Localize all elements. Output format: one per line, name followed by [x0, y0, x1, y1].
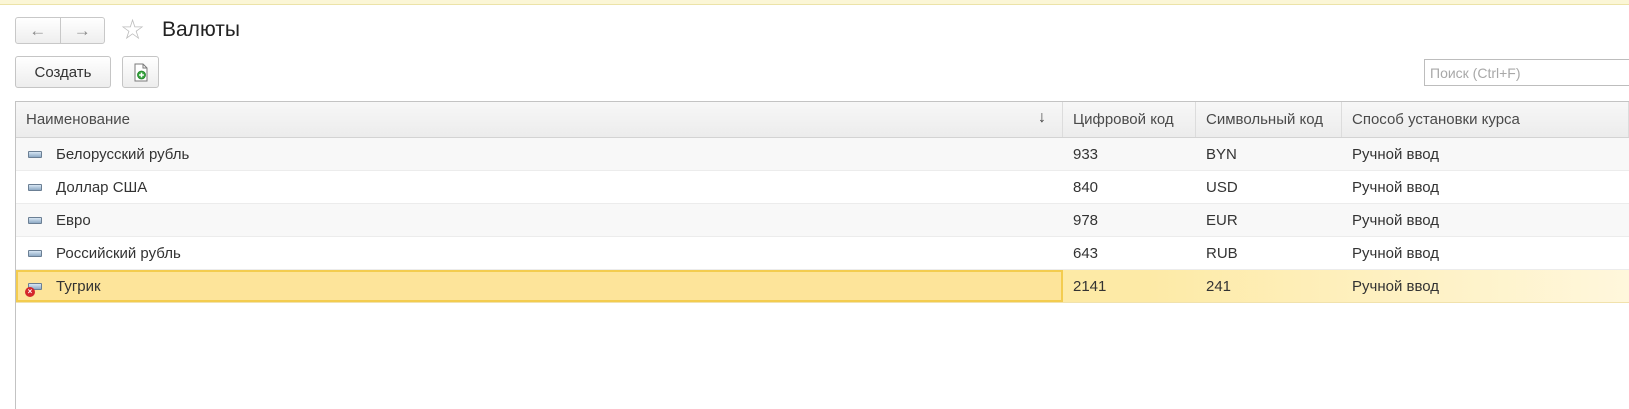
deletion-mark-icon: × — [25, 286, 35, 297]
cell-numeric-code: 978 — [1073, 211, 1099, 229]
catalog-item-icon — [28, 183, 42, 191]
cell-name: Российский рубль — [16, 237, 1063, 269]
sort-down-icon: ↓ — [1038, 109, 1046, 126]
create-button[interactable]: Создать — [15, 56, 111, 88]
table-row[interactable]: Евро 978 EUR Ручной ввод — [16, 204, 1629, 237]
back-button[interactable]: ← — [16, 18, 60, 43]
cell-name: Доллар США — [16, 171, 1063, 203]
cell-numeric-code: 2141 — [1073, 277, 1107, 295]
cell-rate-method: Ручной ввод — [1352, 244, 1440, 262]
cell-symbol-code: RUB — [1206, 244, 1238, 262]
column-header-rate-method[interactable]: Способ установки курса — [1342, 102, 1629, 137]
navigation-buttons: ← → — [15, 17, 105, 44]
catalog-item-icon — [28, 216, 42, 224]
cell-rate-method: Ручной ввод — [1352, 145, 1440, 163]
top-accent-bar — [0, 0, 1629, 5]
search-input[interactable] — [1424, 59, 1629, 86]
cell-symbol-code: 241 — [1206, 277, 1232, 295]
column-header-symbol-code[interactable]: Символьный код — [1196, 102, 1342, 137]
column-header-label: Наименование — [26, 111, 130, 128]
currency-name: Белорусский рубль — [56, 145, 190, 163]
cell-rate-method: Ручной ввод — [1352, 277, 1440, 295]
cell-name: Евро — [16, 204, 1063, 236]
cell-symbol-code: BYN — [1206, 145, 1237, 163]
table-row[interactable]: Белорусский рубль 933 BYN Ручной ввод — [16, 138, 1629, 171]
cell-name: × Тугрик — [16, 270, 1063, 302]
table-header: Наименование ↓ Цифровой код Символьный к… — [16, 102, 1629, 138]
cell-name: Белорусский рубль — [16, 138, 1063, 170]
page-title: Валюты — [162, 18, 240, 41]
cell-symbol-code: EUR — [1206, 211, 1238, 229]
cell-numeric-code: 840 — [1073, 178, 1099, 196]
copy-document-button[interactable] — [122, 56, 159, 88]
cell-symbol-code: USD — [1206, 178, 1238, 196]
cell-numeric-code: 933 — [1073, 145, 1099, 163]
document-add-icon — [134, 63, 147, 81]
column-header-name[interactable]: Наименование ↓ — [16, 102, 1063, 137]
favorite-star-icon[interactable]: ☆ — [120, 16, 145, 44]
currency-table: Наименование ↓ Цифровой код Символьный к… — [15, 101, 1629, 409]
table-row-selected[interactable]: × Тугрик 2141 241 Ручной ввод — [16, 270, 1629, 303]
forward-button[interactable]: → — [59, 18, 105, 43]
table-row[interactable]: Доллар США 840 USD Ручной ввод — [16, 171, 1629, 204]
currency-name: Доллар США — [56, 178, 148, 196]
column-header-numeric-code[interactable]: Цифровой код — [1063, 102, 1196, 137]
currency-name: Тугрик — [56, 277, 101, 295]
catalog-item-icon: × — [25, 282, 42, 297]
currency-name: Российский рубль — [56, 244, 181, 262]
catalog-item-icon — [28, 249, 42, 257]
arrow-left-icon: ← — [29, 20, 47, 40]
cell-rate-method: Ручной ввод — [1352, 211, 1440, 229]
catalog-item-icon — [28, 150, 42, 158]
currency-name: Евро — [56, 211, 91, 229]
cell-numeric-code: 643 — [1073, 244, 1099, 262]
arrow-right-icon: → — [73, 20, 91, 40]
table-row[interactable]: Российский рубль 643 RUB Ручной ввод — [16, 237, 1629, 270]
cell-rate-method: Ручной ввод — [1352, 178, 1440, 196]
